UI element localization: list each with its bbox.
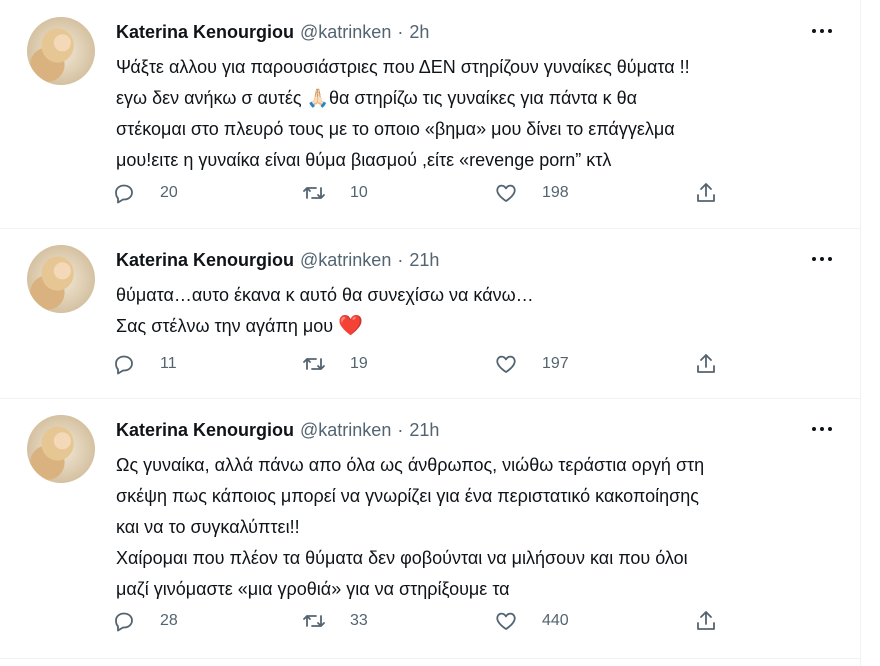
retweet-count: 10 xyxy=(350,184,368,201)
separator-dot: · xyxy=(397,249,404,270)
tweet-text-line: Σας στέλνω την αγάπη μου ❤️ xyxy=(116,311,846,342)
tweet-text-line: Χαίρομαι που πλέον τα θύματα δεν φοβούντ… xyxy=(116,548,688,568)
more-icon[interactable] xyxy=(809,250,835,268)
tweet-header: Katerina Kenourgiou @katrinken · 21h xyxy=(116,247,439,273)
retweet-button[interactable]: 10 xyxy=(302,181,368,205)
more-icon[interactable] xyxy=(809,420,835,438)
more-icon[interactable] xyxy=(809,22,835,40)
tweet-text: θύματα…αυτο έκανα κ αυτό θα συνεχίσω να … xyxy=(116,280,846,342)
tweet-text: Ως γυναίκα, αλλά πάνω απο όλα ως άνθρωπο… xyxy=(116,450,846,605)
tweet[interactable]: Katerina Kenourgiou @katrinken · 21h θύμ… xyxy=(0,228,860,399)
tweet-time[interactable]: 21h xyxy=(409,250,439,271)
tweet-text-line: εγω δεν ανήκω σ αυτές 🙏🏻θα στηρίζω τις γ… xyxy=(116,88,638,108)
reply-icon xyxy=(115,184,133,204)
retweet-button[interactable]: 19 xyxy=(302,352,368,376)
tweet-header: Katerina Kenourgiou @katrinken · 21h xyxy=(116,417,439,443)
tweet-text: Ψάξτε αλλου για παρουσιάστριες που ΔΕΝ σ… xyxy=(116,52,846,176)
author-name[interactable]: Katerina Kenourgiou xyxy=(116,22,294,43)
separator-dot: · xyxy=(397,419,404,440)
retweet-count: 19 xyxy=(350,355,368,372)
tweet-text-line: Ψάξτε αλλου για παρουσιάστριες που ΔΕΝ σ… xyxy=(116,57,690,77)
tweet-actions: 20 10 198 xyxy=(112,181,722,211)
like-icon xyxy=(496,184,516,202)
tweet-text-line: Ως γυναίκα, αλλά πάνω απο όλα ως άνθρωπο… xyxy=(116,455,705,475)
author-handle[interactable]: @katrinken xyxy=(300,420,391,441)
like-icon xyxy=(496,355,516,373)
tweet-actions: 28 33 440 xyxy=(112,609,722,639)
tweet-time[interactable]: 21h xyxy=(409,420,439,441)
author-name[interactable]: Katerina Kenourgiou xyxy=(116,420,294,441)
reply-button[interactable]: 11 xyxy=(112,352,177,376)
retweet-icon xyxy=(303,615,325,627)
retweet-count: 33 xyxy=(350,612,368,629)
tweet[interactable]: Katerina Kenourgiou @katrinken · 21h Ως … xyxy=(0,398,860,659)
share-button[interactable] xyxy=(694,352,718,376)
reply-icon xyxy=(115,612,133,632)
like-count: 197 xyxy=(542,355,569,372)
heart-emoji: ❤️ xyxy=(338,315,364,337)
separator-dot: · xyxy=(397,21,404,42)
share-button[interactable] xyxy=(694,609,718,633)
share-icon xyxy=(697,183,715,202)
author-name[interactable]: Katerina Kenourgiou xyxy=(116,250,294,271)
share-icon xyxy=(697,354,715,373)
reply-button[interactable]: 20 xyxy=(112,181,178,205)
tweet-text-line: μου!ειτε η γυναίκα είναι θύμα βιασμού ,ε… xyxy=(116,150,612,170)
reply-icon xyxy=(115,355,133,375)
reply-count: 28 xyxy=(160,612,178,629)
avatar[interactable] xyxy=(27,415,95,483)
tweet-text-line: στέκομαι στο πλευρό τους με το οποιο «βη… xyxy=(116,119,675,139)
like-button[interactable]: 197 xyxy=(494,352,569,376)
avatar[interactable] xyxy=(27,245,95,313)
reply-button[interactable]: 28 xyxy=(112,609,178,633)
avatar[interactable] xyxy=(27,17,95,85)
timeline: Katerina Kenourgiou @katrinken · 2h Ψάξτ… xyxy=(0,0,861,666)
retweet-icon xyxy=(303,187,325,199)
reply-count: 20 xyxy=(160,184,178,201)
author-handle[interactable]: @katrinken xyxy=(300,22,391,43)
tweet-text-line: και να το συγκαλύπτει!! xyxy=(116,517,300,537)
like-count: 198 xyxy=(542,184,569,201)
reply-count: 11 xyxy=(160,355,177,372)
retweet-button[interactable]: 33 xyxy=(302,609,368,633)
tweet-text-line: μαζί γινόμαστε «μια γροθιά» για να στηρί… xyxy=(116,579,510,599)
author-handle[interactable]: @katrinken xyxy=(300,250,391,271)
tweet-text-line: σκέψη πως κάποιος μπορεί να γνωρίζει για… xyxy=(116,486,699,506)
like-icon xyxy=(496,612,516,630)
share-icon xyxy=(697,611,715,630)
like-count: 440 xyxy=(542,612,569,629)
tweet-actions: 11 19 197 xyxy=(112,352,722,382)
tweet-text-span: Σας στέλνω την αγάπη μου xyxy=(116,316,334,336)
share-button[interactable] xyxy=(694,181,718,205)
tweet[interactable]: Katerina Kenourgiou @katrinken · 2h Ψάξτ… xyxy=(0,0,860,229)
retweet-icon xyxy=(303,358,325,370)
like-button[interactable]: 198 xyxy=(494,181,569,205)
tweet-time[interactable]: 2h xyxy=(409,22,429,43)
tweet-header: Katerina Kenourgiou @katrinken · 2h xyxy=(116,19,429,45)
like-button[interactable]: 440 xyxy=(494,609,569,633)
tweet-text-line: θύματα…αυτο έκανα κ αυτό θα συνεχίσω να … xyxy=(116,285,534,305)
